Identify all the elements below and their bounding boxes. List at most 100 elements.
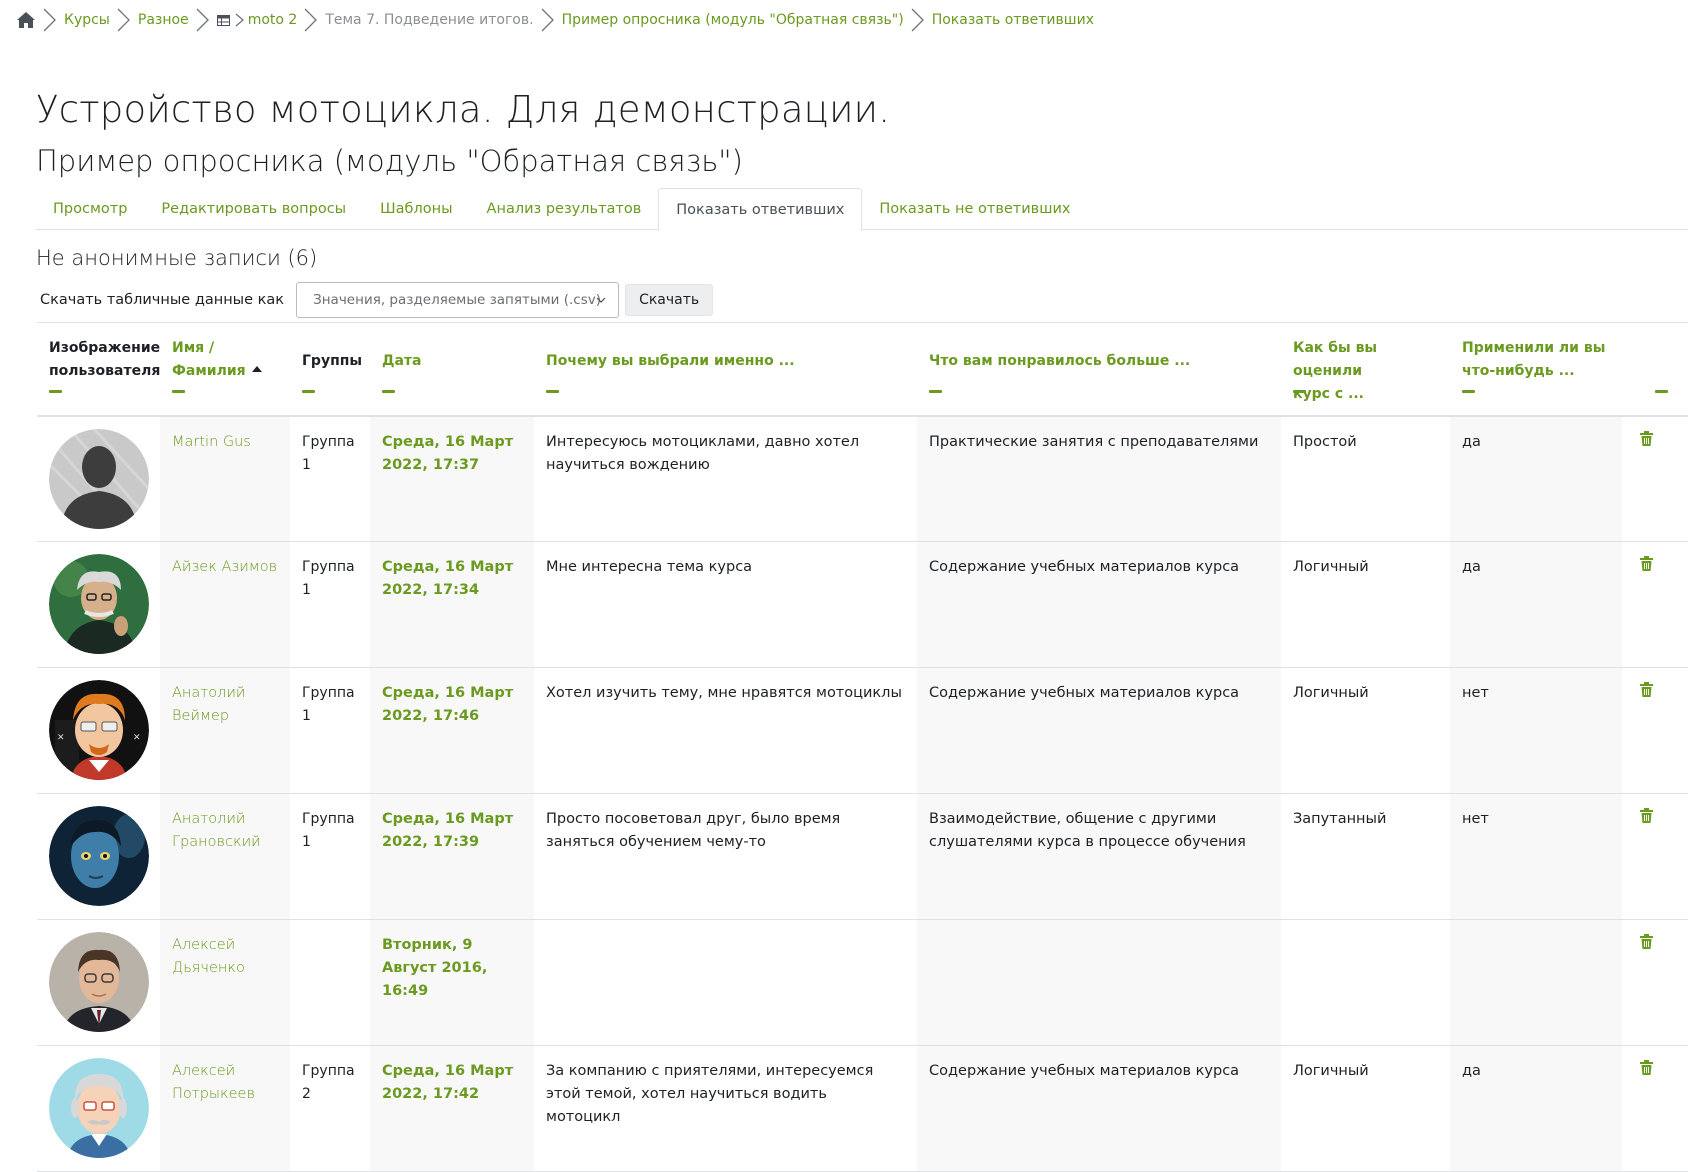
trash-icon[interactable]	[1640, 430, 1653, 446]
tab-bar: Просмотр Редактировать вопросы Шаблоны А…	[36, 188, 1688, 231]
actions-cell	[1622, 1045, 1688, 1172]
date-link[interactable]: Вторник, 9 Август 2016, 16:49	[370, 919, 534, 1046]
header-label[interactable]: Фамилия	[172, 360, 278, 383]
user-name-link[interactable]: Алексей Дьяченко	[160, 919, 290, 1046]
avatar-photo-blue[interactable]	[49, 806, 149, 906]
user-picture-cell	[37, 415, 160, 542]
collapse-column-icon[interactable]	[302, 389, 315, 393]
user-name-link[interactable]: Анатолий Веймер	[160, 667, 290, 794]
answer-q3: Логичный	[1281, 1045, 1450, 1172]
download-button[interactable]: Скачать	[625, 284, 714, 316]
breadcrumb-item-misc[interactable]: Разное	[138, 12, 189, 28]
header-question-2[interactable]: Что вам понравилось больше ...	[917, 322, 1281, 417]
user-name-link[interactable]: Анатолий Грановский	[160, 793, 290, 920]
chevron-right-icon	[541, 8, 554, 32]
avatar-cartoon-grey[interactable]	[49, 1058, 149, 1158]
course-title: Устройство мотоцикла. Для демонстрации.	[36, 88, 891, 131]
table-row: Алексей Дьяченко Вторник, 9 Август 2016,…	[37, 919, 1688, 1046]
trash-icon[interactable]	[1640, 934, 1653, 949]
home-icon[interactable]	[16, 11, 36, 29]
trash-icon[interactable]	[1640, 556, 1653, 571]
header-label: Группы	[302, 353, 363, 369]
avatar-photo-portrait[interactable]	[49, 932, 149, 1032]
tab-show-respondents[interactable]: Показать ответивших	[658, 188, 863, 231]
breadcrumb-item-courses[interactable]: Курсы	[64, 12, 110, 28]
breadcrumb-item-moto2[interactable]: moto 2	[248, 12, 298, 28]
table-row: Алексей Потрыкеев Группа 2 Среда, 16 Мар…	[37, 1045, 1688, 1172]
header-label[interactable]: Имя /	[172, 337, 278, 360]
actions-cell	[1622, 415, 1688, 542]
header-label[interactable]: курс с ...	[1293, 383, 1438, 406]
date-link[interactable]: Среда, 16 Март 2022, 17:37	[370, 415, 534, 542]
header-actions	[1622, 322, 1688, 417]
collapse-column-icon[interactable]	[1655, 389, 1668, 393]
header-label: Изображение	[49, 340, 161, 356]
header-question-3[interactable]: Как бы вы оценили курс с ...	[1281, 322, 1450, 417]
date-link[interactable]: Среда, 16 Март 2022, 17:42	[370, 1045, 534, 1172]
user-picture-cell: ✕ ✕	[37, 667, 160, 794]
collapse-column-icon[interactable]	[172, 389, 185, 393]
header-question-4[interactable]: Применили ли вы что-нибудь ...	[1450, 322, 1622, 417]
trash-icon[interactable]	[1640, 808, 1653, 823]
header-date[interactable]: Дата	[370, 322, 534, 417]
download-label: Скачать табличные данные как	[40, 292, 285, 308]
answer-q3: Логичный	[1281, 667, 1450, 794]
date-link[interactable]: Среда, 16 Март 2022, 17:34	[370, 541, 534, 668]
answer-q2: Практические занятия с преподавателями	[917, 415, 1281, 542]
header-label-text[interactable]: Фамилия	[172, 363, 246, 379]
download-format-select[interactable]: Значения, разделяемые запятыми (.csv)	[296, 282, 620, 318]
header-label[interactable]: Применили ли вы	[1462, 337, 1610, 360]
header-label[interactable]: что-нибудь ...	[1462, 360, 1610, 383]
tab-edit-questions[interactable]: Редактировать вопросы	[144, 188, 363, 230]
date-link[interactable]: Среда, 16 Март 2022, 17:46	[370, 667, 534, 794]
trash-icon[interactable]	[1640, 682, 1653, 697]
answer-q2: Взаимодействие, общение с другими слушат…	[917, 793, 1281, 920]
user-name-link[interactable]: Martin Gus	[160, 415, 290, 542]
answer-q4: да	[1450, 541, 1622, 668]
user-picture-cell	[37, 793, 160, 920]
chevron-right-icon	[235, 13, 244, 27]
header-question-1[interactable]: Почему вы выбрали именно ...	[534, 322, 917, 417]
user-name-link[interactable]: Айзек Азимов	[160, 541, 290, 668]
breadcrumb-item-feedback[interactable]: Пример опросника (модуль "Обратная связь…	[562, 12, 904, 28]
table-icon	[216, 14, 230, 26]
answer-q2: Содержание учебных материалов курса	[917, 541, 1281, 668]
user-name-link[interactable]: Алексей Потрыкеев	[160, 1045, 290, 1172]
avatar-default-silhouette[interactable]	[49, 428, 149, 529]
header-label[interactable]: Почему вы выбрали именно ...	[546, 350, 905, 373]
avatar-cartoon-orange[interactable]: ✕ ✕	[49, 680, 149, 780]
tab-templates[interactable]: Шаблоны	[363, 188, 469, 230]
table-header-row: Изображение пользователя Имя / Фамилия Г…	[37, 322, 1688, 417]
collapse-column-icon[interactable]	[929, 389, 942, 393]
header-label[interactable]: Как бы вы оценили	[1293, 337, 1438, 383]
header-name[interactable]: Имя / Фамилия	[160, 322, 290, 417]
group-cell: Группа 1	[290, 415, 370, 542]
trash-icon[interactable]	[1640, 1060, 1653, 1075]
header-label[interactable]: Дата	[382, 350, 522, 373]
breadcrumb-item-respondents[interactable]: Показать ответивших	[932, 12, 1094, 28]
tab-show-non-respondents[interactable]: Показать не ответивших	[862, 188, 1087, 230]
collapse-column-icon[interactable]	[1462, 389, 1475, 393]
table-row: ✕ ✕ Анатолий Веймер Группа 1 Среда, 16 М…	[37, 667, 1688, 794]
group-cell	[290, 919, 370, 1046]
page-title: Пример опросника (модуль "Обратная связь…	[36, 144, 743, 178]
answer-q1: Хотел изучить тему, мне нравятся мотоцик…	[534, 667, 917, 794]
group-cell: Группа 1	[290, 793, 370, 920]
date-link[interactable]: Среда, 16 Март 2022, 17:39	[370, 793, 534, 920]
answer-q3: Запутанный	[1281, 793, 1450, 920]
download-form: Скачать табличные данные как Значения, р…	[36, 282, 714, 318]
chevron-right-icon	[911, 8, 924, 32]
tab-analysis[interactable]: Анализ результатов	[470, 188, 659, 230]
chevron-right-icon	[304, 8, 318, 32]
header-groups: Группы	[290, 322, 370, 417]
header-label[interactable]: Что вам понравилось больше ...	[929, 350, 1269, 373]
answer-q2: Содержание учебных материалов курса	[917, 667, 1281, 794]
avatar-photo-green[interactable]	[49, 554, 149, 654]
tab-view[interactable]: Просмотр	[36, 188, 144, 230]
collapse-column-icon[interactable]	[382, 389, 395, 393]
collapse-column-icon[interactable]	[1293, 389, 1306, 393]
answer-q3: Логичный	[1281, 541, 1450, 668]
user-picture-cell	[37, 1045, 160, 1172]
collapse-column-icon[interactable]	[49, 389, 62, 393]
collapse-column-icon[interactable]	[546, 389, 559, 393]
